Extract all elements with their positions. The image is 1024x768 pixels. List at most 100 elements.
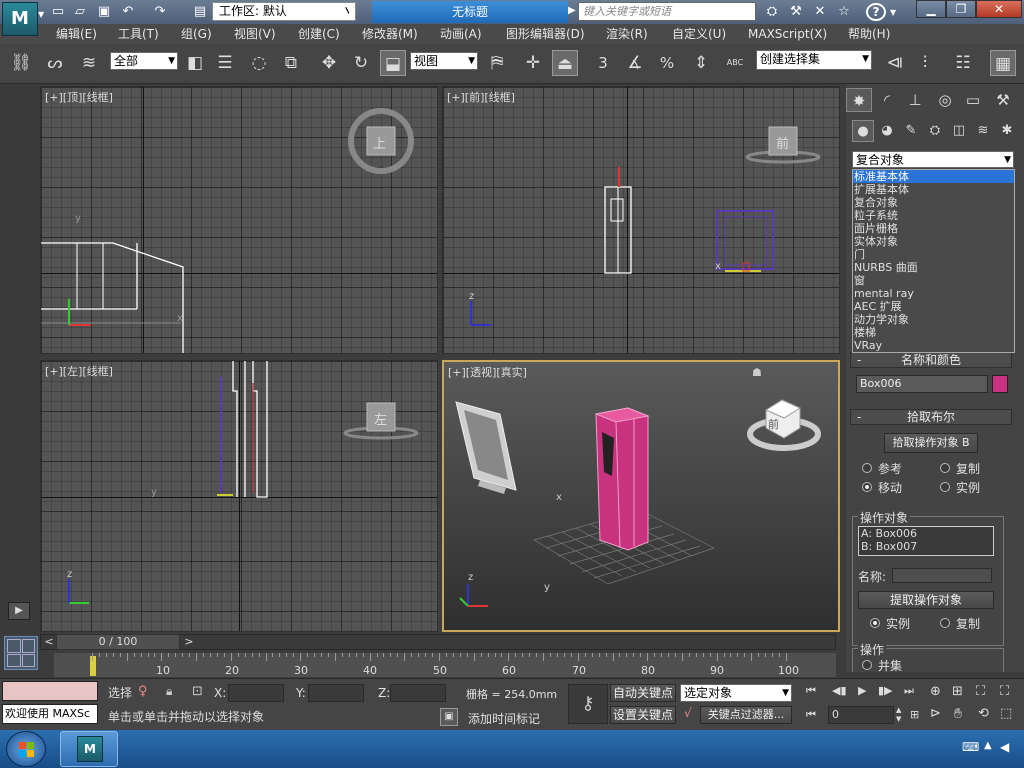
pivot-center-icon[interactable]: ⛿ [484,50,510,76]
select-move-icon[interactable]: ✥ [316,50,342,76]
window-crossing-icon[interactable]: ⧉ [278,50,304,76]
redo-icon[interactable]: ↷ [150,3,170,21]
key-selection-set-select[interactable]: 选定对象 ▼ [680,684,792,702]
project-folder-icon[interactable]: ▤ [190,3,210,21]
named-selection-select[interactable]: 创建选择集 ▼ [756,50,872,70]
orbit-icon[interactable]: ⟲ [978,706,989,721]
modify-tab-icon[interactable]: ◜ [874,88,900,112]
layer-manager-icon[interactable]: ☷ [950,50,976,76]
extract-instance-radio[interactable] [870,618,880,628]
goto-end-icon[interactable]: ⏭ [904,684,914,698]
menu-edit[interactable]: 编辑(E) [56,24,97,44]
menu-create[interactable]: 创建(C) [298,24,340,44]
zoom-extents-all-icon[interactable]: ⛶ [1000,684,1009,699]
save-icon[interactable]: ▣ [94,3,114,21]
operand-a-item[interactable]: A: Box006 [859,527,993,540]
dropdown-option[interactable]: mental ray [853,287,1014,300]
expand-viewport-icon[interactable]: ▶ [8,602,30,620]
pick-operand-b-button[interactable]: 拾取操作对象 B [884,433,978,453]
maxscript-listener-pink[interactable] [2,681,98,701]
viewport-layout-icon[interactable] [4,636,38,670]
viewcube-perspective[interactable]: 前 [768,416,779,432]
time-tag-icon[interactable]: ▣ [440,708,458,726]
cameras-icon[interactable]: ⛭ [924,120,946,142]
extract-operand-button[interactable]: 提取操作对象 [858,591,994,609]
add-time-tag-label[interactable]: 添加时间标记 [468,710,540,727]
operand-name-input[interactable] [892,568,992,583]
selection-lock-icon[interactable]: 🔒︎ [166,684,172,699]
prev-frame-icon[interactable]: ◀▮ [832,684,847,697]
menu-tools[interactable]: 工具(T) [118,24,159,44]
viewcube-left[interactable]: 左 [374,409,387,428]
favorites-star-icon[interactable]: ☆ [834,3,854,21]
union-radio[interactable] [862,660,872,670]
instance-radio[interactable] [940,482,950,492]
toggle-ribbon-icon[interactable]: ▦ [990,50,1016,76]
z-coordinate-input[interactable] [390,684,446,702]
motion-tab-icon[interactable]: ◎ [932,88,958,112]
helpers-icon[interactable]: ◫ [948,120,970,142]
next-frame-icon[interactable]: ▮▶ [878,684,893,697]
hierarchy-tab-icon[interactable]: ⊥ [902,88,928,112]
selection-region-icon[interactable]: ◌ [246,50,272,76]
menu-view[interactable]: 视图(V) [234,24,276,44]
dropdown-option[interactable]: 实体对象 [853,235,1014,248]
menu-help[interactable]: 帮助(H) [848,24,890,44]
workspace-arrow-icon[interactable]: ▼ [346,5,353,15]
percent-snap-icon[interactable]: % [654,50,680,76]
shapes-icon[interactable]: ◕ [876,120,898,142]
dropdown-option[interactable]: NURBS 曲面 [853,261,1014,274]
x-coordinate-input[interactable] [228,684,284,702]
current-frame-input[interactable]: 0 [828,706,894,724]
subscription-icon[interactable]: ⚒ [786,3,806,21]
keyboard-shortcut-override-icon[interactable]: ⏏ [552,50,578,76]
select-rotate-icon[interactable]: ↻ [348,50,374,76]
key-filters-button[interactable]: 关键点过滤器... [700,706,792,724]
app-menu-arrow-icon[interactable]: ▼ [38,10,44,19]
menu-customize[interactable]: 自定义(U) [672,24,726,44]
dropdown-option[interactable]: 标准基本体 [853,170,1014,183]
viewport-perspective[interactable]: [+][透视][真实] ☗ z x y 前 [442,360,840,632]
tray-expand-icon[interactable]: ▲ [984,740,992,751]
snaps-toggle-icon[interactable]: 3 [590,50,616,76]
zoom-all-icon[interactable]: ⊞ [952,684,963,699]
new-file-icon[interactable]: ▭ [48,3,68,21]
workspace-select[interactable]: 工作区: 默认 ▼ [212,2,356,21]
object-name-input[interactable]: Box006 [856,375,988,393]
viewport-top[interactable]: [+][顶][线框] y x 上 [40,86,438,354]
utilities-tab-icon[interactable]: ⚒ [990,88,1016,112]
zoom-extents-icon[interactable]: ⛶ [976,684,985,699]
mirror-icon[interactable]: ⧏ [882,50,908,76]
move-radio[interactable] [862,482,872,492]
open-file-icon[interactable]: ▱ [70,3,90,21]
communication-icon[interactable]: ✕ [810,3,830,21]
key-filter-curve-icon[interactable]: √ [684,706,692,720]
undo-icon[interactable]: ↶ [118,3,138,21]
key-mode-toggle-icon[interactable]: ⏮ [806,708,816,722]
frame-spinner-icon[interactable]: ▲ ▼ [896,706,904,724]
maximize-button[interactable]: ❐ [946,0,976,18]
dropdown-option[interactable]: 动力学对象 [853,313,1014,326]
windows-start-button[interactable] [6,731,46,767]
time-next-icon[interactable]: > [182,635,196,649]
viewport-front[interactable]: [+][前][线框] z x 前 [442,86,840,354]
selection-filter-select[interactable]: 全部 ▼ [110,52,178,70]
link-icon[interactable]: ⛓ [8,50,34,76]
minimize-button[interactable]: ▁ [916,0,946,18]
dropdown-option[interactable]: VRay [853,339,1014,352]
object-color-swatch[interactable] [992,375,1008,393]
volume-icon[interactable]: ◀ [1000,740,1009,754]
menu-maxscript[interactable]: MAXScript(X) [748,24,827,44]
select-object-icon[interactable]: ◧ [182,50,208,76]
dropdown-option[interactable]: 粒子系统 [853,209,1014,222]
dropdown-option[interactable]: AEC 扩展 [853,300,1014,313]
binoculars-icon[interactable]: ⛭ [762,3,782,21]
menu-animation[interactable]: 动画(A) [440,24,482,44]
dropdown-option[interactable]: 面片栅格 [853,222,1014,235]
angle-snap-icon[interactable]: ∡ [622,50,648,76]
pan-hand-icon[interactable]: ✋︎ [954,706,962,722]
menu-modifiers[interactable]: 修改器(M) [362,24,418,44]
set-key-button[interactable]: 设置关键点 [610,706,676,724]
category-dropdown-list[interactable]: 标准基本体 扩展基本体 复合对象 粒子系统 面片栅格 实体对象 门 NURBS … [852,169,1015,353]
viewcube-top[interactable]: 上 [373,133,386,152]
